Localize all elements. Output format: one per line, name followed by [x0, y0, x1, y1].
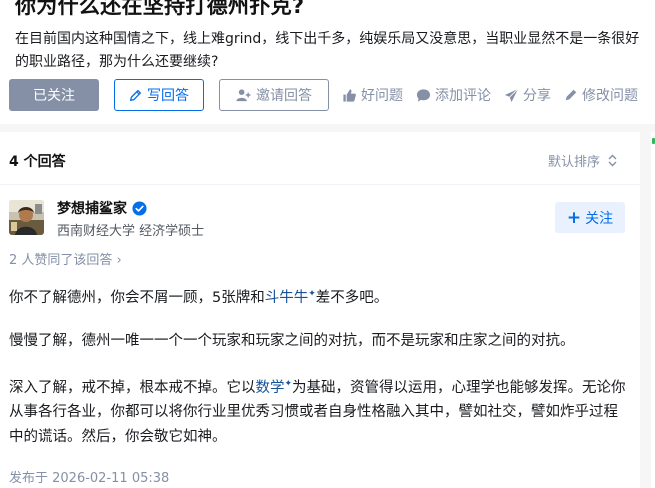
invite-answer-button[interactable]: 邀请回答: [219, 79, 329, 111]
answer-paragraph: 你不了解德州，你会不屑一顾，5张牌和斗牛牛✦差不多吧。: [9, 282, 627, 310]
sort-dropdown[interactable]: 默认排序: [548, 151, 617, 170]
right-sidebar-edge: [651, 132, 655, 488]
add-comment-button[interactable]: 添加评论: [416, 85, 491, 105]
invite-answer-label: 邀请回答: [256, 88, 312, 104]
paper-plane-icon: [504, 88, 519, 103]
answers-card: 4 个回答 默认排序 梦想捕鲨家 西南财经大学 经济学硕士 + 关注 2 人赞同…: [0, 132, 640, 488]
answer-count: 4 个回答: [9, 154, 66, 170]
avatar[interactable]: [9, 200, 44, 235]
question-detail: 在目前国内这种国情之下，线上难grind，线下出千多，纯娱乐局又没意思，当职业显…: [15, 31, 640, 70]
paragraph-text: 深入了解，戒不掉，根本戒不掉。它以: [9, 379, 256, 396]
link-text: 数学: [255, 379, 285, 396]
search-link-douniuniu[interactable]: 斗牛牛✦: [264, 289, 316, 306]
followed-button[interactable]: 已关注: [9, 79, 99, 111]
author-name[interactable]: 梦想捕鲨家: [57, 198, 127, 218]
upvote-text: 2 人赞同了该回答: [9, 253, 113, 268]
follow-author-button[interactable]: + 关注: [555, 202, 625, 233]
paragraph-text: 差不多吧。: [315, 289, 389, 306]
share-button[interactable]: 分享: [504, 85, 551, 105]
search-link-math[interactable]: 数学✦: [255, 378, 293, 396]
answer-paragraph: 深入了解，戒不掉，根本戒不掉。它以数学✦为基础，资管得以运用，心理学也能够发挥。…: [9, 372, 627, 449]
chevron-right-icon: ›: [116, 253, 122, 268]
thumbs-up-icon: [342, 88, 357, 103]
author-bio: 西南财经大学 经济学硕士: [57, 224, 205, 239]
link-text: 斗牛牛: [264, 289, 309, 306]
paragraph-text: 你不了解德州，你会不屑一顾，5张牌和: [9, 289, 265, 306]
write-answer-label: 写回答: [147, 88, 189, 104]
write-answer-button[interactable]: 写回答: [114, 79, 204, 111]
publish-time[interactable]: 发布于 2026-02-11 05:38: [9, 467, 169, 486]
pencil-icon: [564, 88, 578, 102]
author-name-row: 梦想捕鲨家: [57, 198, 147, 218]
plus-icon: +: [566, 207, 582, 228]
comment-bubble-icon: [416, 88, 431, 103]
sparkle-icon: ✦: [284, 378, 293, 389]
sort-chevrons-icon: [608, 154, 617, 167]
pencil-icon: [129, 89, 142, 102]
question-actions: 已关注 写回答 邀请回答 好问题 添加评论 分享 修改问题: [9, 79, 638, 111]
sparkle-icon: ✦: [308, 289, 316, 299]
card-divider: [0, 184, 640, 185]
follow-label: 关注: [585, 210, 614, 227]
add-comment-label: 添加评论: [435, 88, 491, 104]
good-question-button[interactable]: 好问题: [342, 85, 403, 105]
verified-badge-icon: [132, 200, 147, 216]
good-question-label: 好问题: [361, 88, 403, 104]
upvote-count-link[interactable]: 2 人赞同了该回答 ›: [9, 249, 122, 268]
edit-question-button[interactable]: 修改问题: [564, 85, 638, 105]
answer-paragraph: 慢慢了解，德州一唯一一个一个玩家和玩家之间的对抗，而不是玩家和庄家之间的对抗。: [9, 332, 575, 349]
sort-label: 默认排序: [548, 155, 601, 170]
followed-label: 已关注: [33, 88, 75, 104]
question-header: 你为什么还在坚持打德州扑克? 在目前国内这种国情之下，线上难grind，线下出千…: [0, 0, 655, 124]
share-label: 分享: [523, 88, 551, 104]
add-person-icon: [236, 88, 251, 102]
question-title: 你为什么还在坚持打德州扑克?: [15, 0, 305, 18]
answer-content: 你不了解德州，你会不屑一顾，5张牌和斗牛牛✦差不多吧。 慢慢了解，德州一唯一一个…: [9, 282, 627, 468]
edit-question-label: 修改问题: [582, 88, 638, 104]
